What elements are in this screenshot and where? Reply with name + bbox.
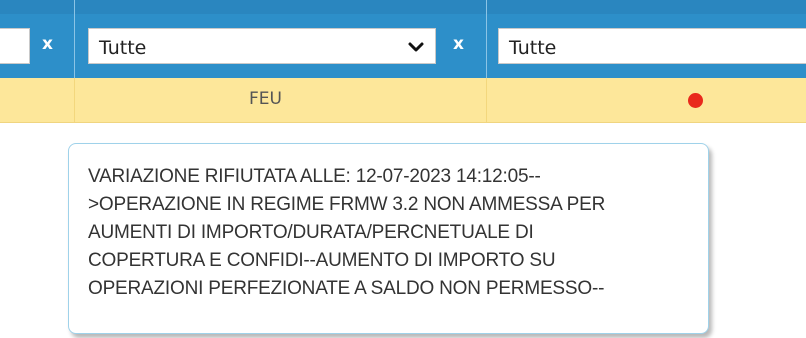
- status-indicator-icon: [688, 93, 703, 108]
- filter-select[interactable]: Tutte: [88, 28, 436, 64]
- clear-filter-button[interactable]: x: [42, 34, 53, 54]
- filter-row: x Tutte x Tutte: [0, 0, 806, 78]
- status-tooltip: VARIAZIONE RIFIUTATA ALLE: 12-07-2023 14…: [68, 143, 709, 334]
- tooltip-line: COPERTURA E CONFIDI--AUMENTO DI IMPORTO …: [88, 250, 556, 271]
- column-divider: [74, 78, 75, 122]
- column-divider: [486, 0, 487, 78]
- filter-select-value: Tutte: [509, 37, 557, 59]
- column-divider: [74, 0, 75, 78]
- chevron-down-icon: [408, 42, 424, 52]
- filter-select-value: Tutte: [99, 37, 147, 59]
- tooltip-line: VARIAZIONE RIFIUTATA ALLE: 12-07-2023 14…: [88, 166, 541, 187]
- column-divider: [486, 78, 487, 122]
- filter-select[interactable]: Tutte: [498, 28, 806, 64]
- filter-select-partial[interactable]: [0, 28, 30, 64]
- tooltip-message: VARIAZIONE RIFIUTATA ALLE: 12-07-2023 14…: [88, 163, 690, 303]
- tooltip-line: >OPERAZIONE IN REGIME FRMW 3.2 NON AMMES…: [88, 194, 606, 215]
- header-band: [0, 0, 806, 14]
- table-cell-type: FEU: [249, 89, 282, 109]
- table-row[interactable]: [0, 78, 806, 123]
- tooltip-line: OPERAZIONI PERFEZIONATE A SALDO NON PERM…: [88, 278, 605, 299]
- tooltip-line: AUMENTI DI IMPORTO/DURATA/PERCNETUALE DI: [88, 222, 534, 243]
- clear-filter-button[interactable]: x: [453, 34, 464, 54]
